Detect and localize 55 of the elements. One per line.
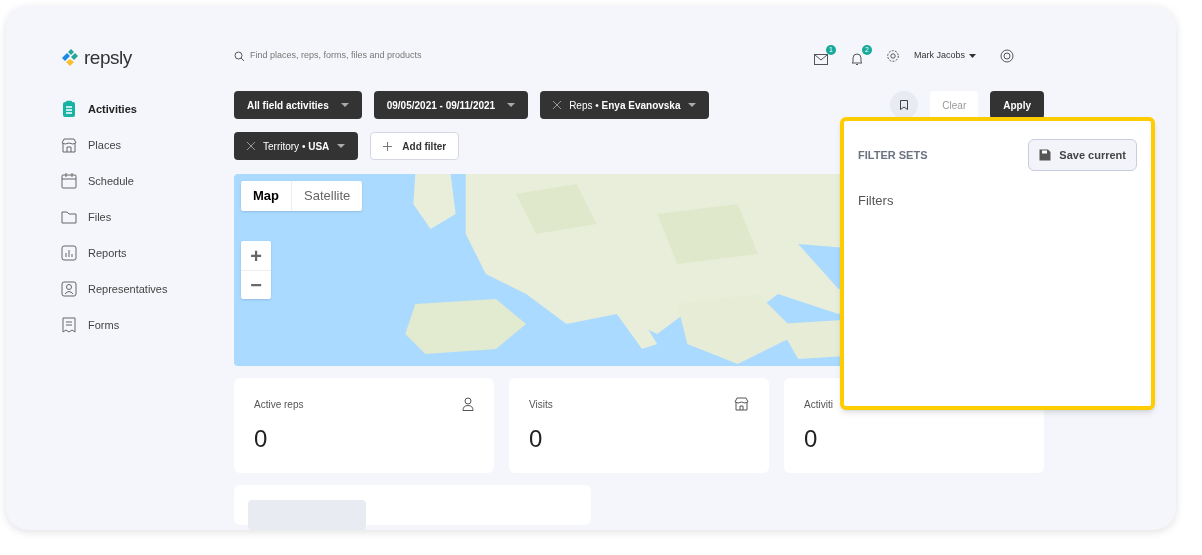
map-type-tab[interactable]: Map bbox=[241, 181, 291, 211]
zoom-out-button[interactable]: − bbox=[241, 270, 271, 299]
nav-icon bbox=[60, 136, 78, 154]
map-type-tab[interactable]: Satellite bbox=[291, 181, 363, 211]
save-icon bbox=[1039, 149, 1052, 161]
panel-title: FILTER SETS bbox=[858, 147, 928, 163]
brand-name: repsly bbox=[84, 45, 132, 70]
nav-item[interactable]: Reports bbox=[60, 241, 234, 265]
stat-label: Active reps bbox=[254, 398, 304, 412]
nav-icon bbox=[60, 172, 78, 190]
logo-icon bbox=[60, 48, 80, 68]
help-icon[interactable] bbox=[1000, 49, 1014, 63]
section-heading: Filters bbox=[858, 192, 894, 210]
add-filter-button[interactable]: Add filter bbox=[370, 132, 460, 160]
zoom-in-button[interactable]: + bbox=[241, 241, 271, 270]
stat-value: 0 bbox=[804, 424, 818, 454]
nav-icon bbox=[60, 208, 78, 226]
nav-item[interactable]: Forms bbox=[60, 313, 234, 337]
stat-value: 0 bbox=[254, 424, 268, 454]
caret-icon bbox=[507, 103, 516, 107]
caret-icon bbox=[337, 144, 346, 148]
store-icon bbox=[734, 397, 749, 411]
filter-dropdown[interactable]: 09/05/2021 - 09/11/2021 bbox=[373, 91, 529, 119]
nav-item[interactable]: Schedule bbox=[60, 169, 234, 193]
nav-icon bbox=[60, 280, 78, 298]
plus-icon bbox=[383, 141, 393, 151]
mail-icon bbox=[813, 53, 828, 65]
person-icon bbox=[462, 397, 474, 411]
nav-item[interactable]: Files bbox=[60, 205, 234, 229]
caret-icon bbox=[340, 103, 349, 107]
settings-icon[interactable] bbox=[885, 49, 900, 63]
apply-button[interactable]: Apply bbox=[990, 91, 1044, 119]
caret-icon bbox=[688, 103, 697, 107]
save-current-button[interactable]: Save current bbox=[1028, 139, 1137, 171]
search-icon bbox=[234, 50, 245, 62]
bell-icon bbox=[849, 52, 864, 66]
stat-value: 0 bbox=[529, 424, 543, 454]
filter-chip[interactable]: Territory • USA bbox=[234, 132, 359, 160]
search-field[interactable]: Find places, reps, forms, files and products bbox=[250, 49, 550, 63]
nav-icon bbox=[60, 100, 78, 118]
nav-item[interactable]: Places bbox=[60, 133, 234, 157]
remove-icon[interactable] bbox=[553, 101, 562, 109]
filter-dropdown[interactable]: All field activities bbox=[234, 91, 362, 119]
nav-icon bbox=[60, 316, 78, 334]
user-menu[interactable]: Mark Jacobs bbox=[913, 49, 976, 63]
bookmark-button[interactable] bbox=[890, 91, 919, 119]
remove-icon[interactable] bbox=[247, 142, 255, 150]
stat-label: Activiti bbox=[804, 398, 833, 412]
nav-icon bbox=[60, 244, 78, 262]
bookmark-icon bbox=[900, 100, 909, 110]
filter-chip[interactable]: Reps • Enya Evanovska bbox=[540, 91, 710, 119]
caret-icon bbox=[969, 54, 976, 58]
nav-item[interactable]: Representatives bbox=[60, 277, 234, 301]
stat-label: Visits bbox=[529, 398, 553, 412]
nav-item[interactable]: Activities bbox=[60, 97, 234, 121]
